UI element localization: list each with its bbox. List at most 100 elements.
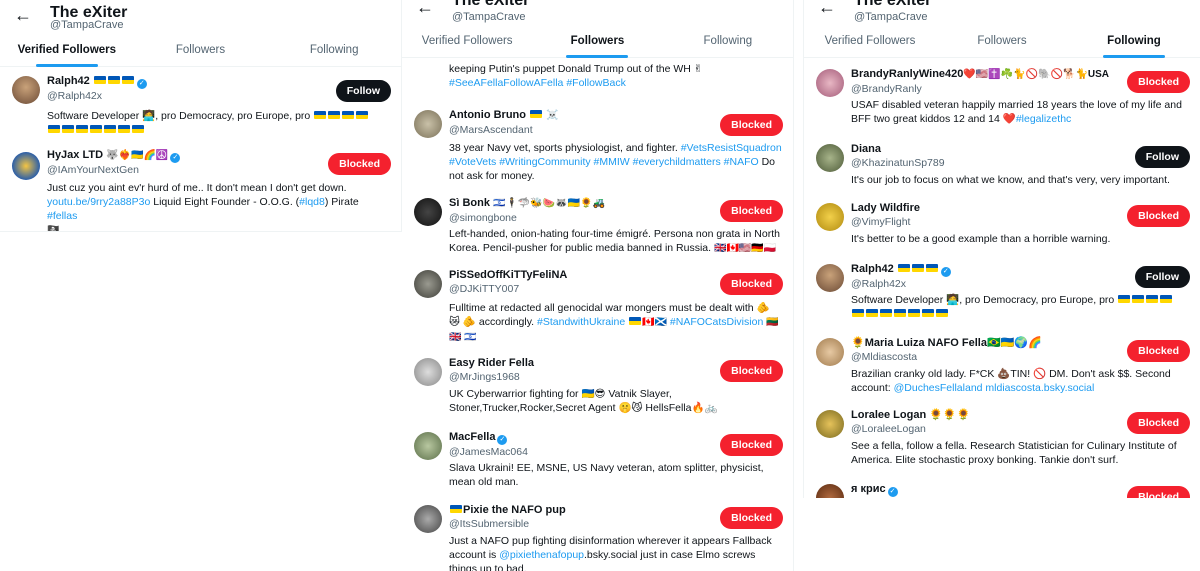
back-arrow-icon[interactable]: ← (818, 0, 836, 16)
user-name: PiSSedOffKiTTyFeliNA (449, 269, 568, 281)
tab-following[interactable]: Following (267, 35, 401, 66)
user-name: BrandyRanlyWine420 (851, 68, 964, 80)
user-bio: See a fella, follow a fella. Research St… (851, 440, 1177, 466)
bio-hashtag[interactable]: #fellas (47, 210, 77, 222)
follow-button[interactable]: Follow (335, 80, 391, 102)
bio-hashtag[interactable]: #legalizethc (1016, 113, 1071, 125)
user-name: Ralph42 (47, 75, 90, 87)
blocked-button[interactable]: Blocked (720, 200, 783, 222)
avatar (816, 69, 844, 97)
bio-hashtag[interactable]: #StandwithUkraine (537, 316, 625, 328)
avatar (816, 410, 844, 438)
user-handle: @LoraleeLogan (851, 423, 926, 435)
tab-following[interactable]: Following (663, 26, 793, 57)
bio-hashtag[interactable]: #NAFOCatsDivision (670, 316, 763, 328)
tab-verified-followers[interactable]: Verified Followers (402, 26, 532, 57)
blocked-button[interactable]: Blocked (1127, 71, 1190, 93)
tab-bar: Verified Followers Followers Following (804, 26, 1200, 58)
profile-name: The eXiter (452, 0, 530, 9)
profile-handle: @TampaCrave (452, 11, 526, 23)
verified-badge-icon: ✓ (940, 267, 951, 277)
bio-hashtag[interactable]: #SeeAFellaFollowAFella (449, 77, 563, 89)
tab-verified-followers[interactable]: Verified Followers (0, 35, 134, 66)
profile-name: The eXiter (854, 0, 932, 9)
avatar (414, 110, 442, 138)
name-suffix: ❤️🇺🇸✝️☘️🐈🚫🐘🚫🐕🐈USA (963, 69, 1110, 80)
user-name: Easy Rider Fella (449, 357, 534, 369)
following-panel: ← The eXiter @TampaCrave Verified Follow… (803, 0, 1200, 498)
tab-verified-followers[interactable]: Verified Followers (804, 26, 936, 57)
user-name: MacFella (449, 431, 496, 443)
tab-bar: Verified Followers Followers Following (0, 35, 401, 67)
blocked-button[interactable]: Blocked (1127, 486, 1190, 498)
user-bio-cont: ) Pirate (324, 196, 359, 208)
user-name: Diana (851, 143, 881, 155)
user-handle: @Ralph42x (47, 90, 103, 102)
blocked-button[interactable]: Blocked (720, 434, 783, 456)
user-handle: @MrJings1968 (449, 371, 520, 383)
avatar (816, 484, 844, 498)
blocked-button[interactable]: Blocked (328, 153, 391, 175)
user-bio: 38 year Navy vet, sports physiologist, a… (449, 142, 678, 154)
tab-following[interactable]: Following (1068, 26, 1200, 57)
user-handle: @Mldiascosta (851, 351, 918, 363)
user-name: Loralee Logan 🌻🌻🌻 (851, 409, 971, 421)
verified-badge-icon: ✓ (887, 487, 898, 497)
blocked-button[interactable]: Blocked (720, 273, 783, 295)
user-name: Pixie the NAFO pup (463, 504, 566, 516)
profile-handle: @TampaCrave (854, 11, 928, 23)
follow-button[interactable]: Follow (1134, 146, 1190, 168)
user-name: HyJax LTD (47, 149, 104, 161)
user-handle: @BrandyRanly (851, 83, 922, 95)
user-bio: Just cuz you aint ev'r hurd of me.. It d… (47, 182, 347, 194)
avatar (12, 76, 40, 104)
tab-followers[interactable]: Followers (532, 26, 662, 57)
tab-followers[interactable]: Followers (936, 26, 1068, 57)
verified-badge-icon: ✓ (497, 435, 508, 445)
user-handle: @JamesMac064 (449, 446, 528, 458)
user-handle: @simongbone (449, 212, 517, 224)
user-bio: It's our job to focus on what we know, a… (851, 174, 1170, 186)
back-arrow-icon[interactable]: ← (416, 0, 434, 16)
user-handle: @ItsSubmersible (449, 518, 530, 530)
verified-followers-panel: ← The eXiter @TampaCrave Verified Follow… (0, 0, 402, 232)
avatar (816, 203, 844, 231)
tab-followers[interactable]: Followers (134, 35, 268, 66)
user-name: Lady Wildfire (851, 202, 920, 214)
bio-link[interactable]: youtu.be/9rry2a88P3o (47, 196, 150, 208)
user-bio: UK Cyberwarrior fighting for 🇺🇦😎 Vatnik … (449, 388, 718, 414)
user-bio: It's better to be a good example than a … (851, 233, 1111, 245)
profile-handle: @TampaCrave (50, 19, 124, 31)
panel-gap (794, 0, 803, 571)
user-bio-cont: Liquid Eight Founder - O.O.G. ( (153, 196, 300, 208)
avatar (414, 198, 442, 226)
blocked-button[interactable]: Blocked (720, 114, 783, 136)
blocked-button[interactable]: Blocked (1127, 205, 1190, 227)
user-handle: @IAmYourNextGen (47, 164, 139, 176)
blocked-button[interactable]: Blocked (1127, 412, 1190, 434)
user-handle: @DJKiTTY007 (449, 283, 520, 295)
user-name: Sì Bonk (449, 197, 490, 209)
user-handle: @VimyFlight (851, 216, 911, 228)
user-name: 🌻Maria Luiza NAFO Fella🇧🇷🇺🇦🌍🌈 (851, 337, 1042, 349)
verified-badge-icon: ✓ (136, 79, 147, 89)
pirate-flag-icon: 🏴‍☠️ (47, 225, 60, 232)
verified-badge-icon: ✓ (170, 153, 181, 163)
user-bio: keeping Putin's puppet Donald Trump out … (449, 63, 703, 75)
bio-hashtag[interactable]: #lqd8 (299, 196, 325, 208)
profile-header: ← The eXiter @TampaCrave (402, 0, 793, 26)
bio-link[interactable]: @pixiethenafopup (499, 549, 584, 561)
avatar (816, 144, 844, 172)
user-name: Antonio Bruno (449, 109, 526, 121)
blocked-button[interactable]: Blocked (1127, 340, 1190, 362)
back-arrow-icon[interactable]: ← (14, 6, 32, 24)
blocked-button[interactable]: Blocked (720, 507, 783, 529)
user-name: я крис (851, 483, 886, 495)
bio-hashtag[interactable]: #FollowBack (566, 77, 626, 89)
blocked-button[interactable]: Blocked (720, 360, 783, 382)
user-bio: Slava Ukraini! EE, MSNE, US Navy veteran… (449, 462, 764, 488)
bio-link[interactable]: @DuchesFellaland mldiascosta.bsky.social (894, 382, 1095, 394)
user-handle: @MarsAscendant (449, 124, 533, 136)
profile-header: ← The eXiter @TampaCrave (0, 0, 401, 34)
follow-button[interactable]: Follow (1134, 266, 1190, 288)
